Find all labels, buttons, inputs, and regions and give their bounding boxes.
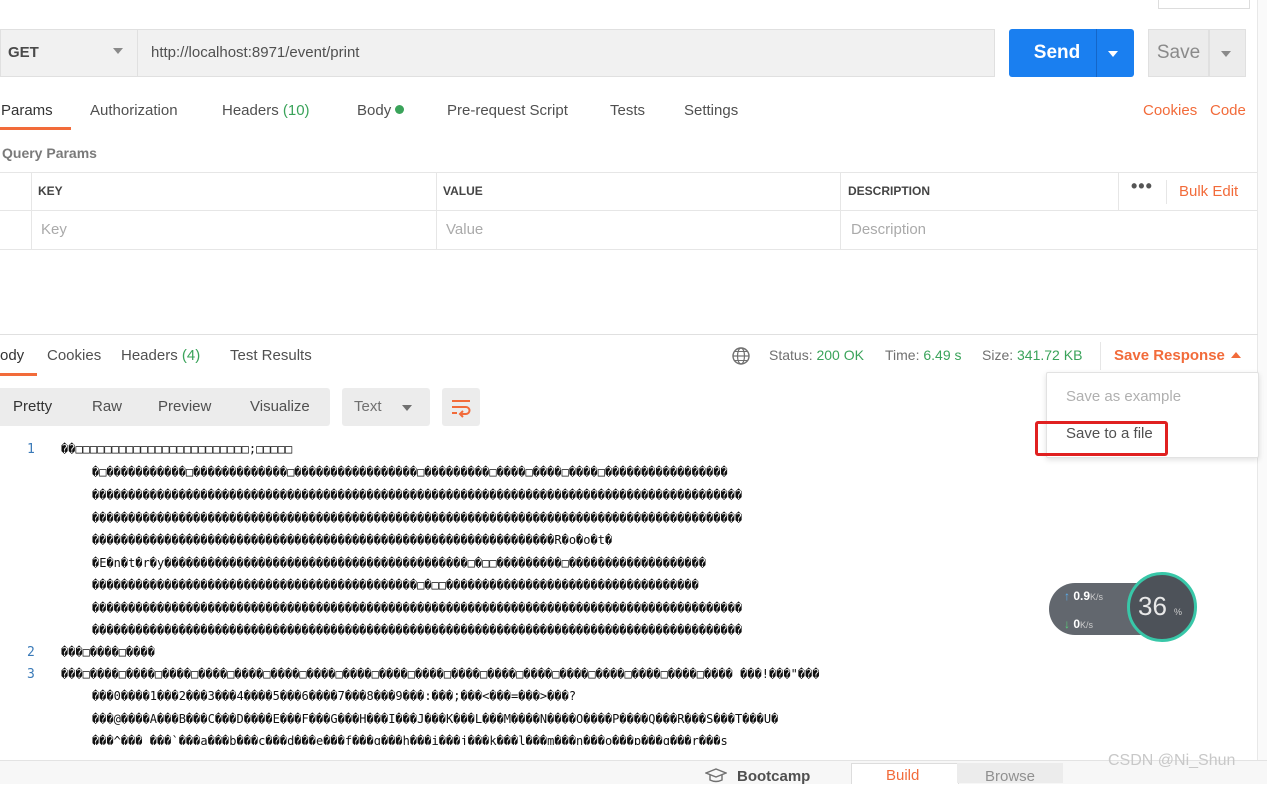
table-header-divider — [0, 210, 1257, 211]
active-tab-indicator — [0, 127, 71, 130]
tab-headers[interactable]: Headers (10) — [222, 102, 310, 119]
code-line: ����������������������������������������… — [92, 488, 743, 502]
code-line: ���□����□���� — [61, 645, 155, 659]
build-tab-label: Build — [886, 767, 920, 784]
status-label: Status: — [769, 347, 813, 363]
tab-response-headers[interactable]: Headers (4) — [121, 347, 200, 364]
save-response-button[interactable]: Save Response — [1114, 347, 1225, 364]
top-toggle — [1158, 0, 1250, 9]
code-line: ���@����A���B���C���D����E���F���G���H��… — [92, 712, 779, 726]
status-meta: Status: 200 OK — [769, 347, 864, 363]
response-headers-count: (4) — [181, 347, 201, 364]
chevron-down-icon — [1108, 51, 1118, 57]
save-as-example-item[interactable]: Save as example — [1066, 388, 1181, 405]
tab-response-body[interactable]: ody — [0, 347, 24, 364]
value-input[interactable]: Value — [446, 221, 483, 238]
tab-authorization[interactable]: Authorization — [90, 102, 178, 119]
upload-speed-unit: K/s — [1090, 592, 1104, 602]
wrap-lines-icon — [452, 400, 471, 418]
download-arrow-icon: ↓ — [1064, 617, 1070, 631]
download-speed: ↓ 0K/s — [1064, 617, 1093, 631]
column-header-value: VALUE — [443, 184, 483, 198]
save-button[interactable]: Save — [1148, 29, 1209, 77]
time-value: 6.49 s — [923, 347, 962, 363]
watermark: CSDN @Ni_Shun — [1108, 752, 1236, 769]
meta-divider — [1100, 342, 1101, 370]
more-options-icon[interactable]: ••• — [1131, 176, 1153, 197]
line-number: 3 — [27, 667, 35, 682]
view-raw-button[interactable]: Raw — [92, 398, 122, 415]
response-divider — [0, 334, 1258, 335]
size-meta: Size: 341.72 KB — [982, 347, 1082, 363]
column-divider — [1118, 172, 1119, 210]
body-indicator-dot — [395, 105, 405, 114]
active-tab-indicator — [0, 373, 37, 376]
code-line: ���0����1���2���3���4����5���6����7���8�… — [92, 689, 577, 703]
key-input[interactable]: Key — [41, 221, 67, 238]
cookies-link[interactable]: Cookies — [1143, 102, 1197, 119]
column-divider — [1166, 180, 1167, 204]
tab-prerequest-script[interactable]: Pre-request Script — [447, 102, 568, 119]
tab-params[interactable]: Params — [1, 102, 53, 119]
view-preview-button[interactable]: Preview — [158, 398, 211, 415]
headers-count: (10) — [282, 102, 310, 119]
format-select-label: Text — [354, 398, 382, 415]
view-visualize-button[interactable]: Visualize — [250, 398, 310, 415]
table-border-bottom — [0, 249, 1257, 250]
code-link[interactable]: Code — [1210, 102, 1246, 119]
tab-response-cookies[interactable]: Cookies — [47, 347, 101, 364]
code-line: �□�����������□�������������□������������… — [92, 465, 728, 479]
column-divider — [31, 172, 32, 250]
view-pretty-button[interactable]: Pretty — [13, 398, 52, 415]
globe-icon[interactable] — [731, 346, 751, 366]
download-speed-unit: K/s — [1080, 620, 1094, 630]
chevron-down-icon — [1221, 51, 1231, 57]
description-input[interactable]: Description — [851, 221, 926, 238]
code-line: ���^��� ���`���a���b���c���d���e���f���g… — [92, 734, 728, 745]
tab-settings[interactable]: Settings — [684, 102, 738, 119]
code-line: ���□����□����□����□����□����□����□����□�… — [61, 667, 820, 681]
status-bar — [0, 760, 1267, 784]
url-input[interactable]: http://localhost:8971/event/print — [137, 29, 995, 77]
code-line: ����������������������������������������… — [92, 511, 743, 525]
tab-tests[interactable]: Tests — [610, 102, 645, 119]
status-value: 200 OK — [816, 347, 864, 363]
percent-sign: % — [1174, 607, 1183, 617]
column-header-description: DESCRIPTION — [848, 184, 931, 198]
line-number: 1 — [27, 442, 35, 457]
tab-response-headers-label: Headers — [121, 347, 178, 364]
upload-speed-value: 0.9 — [1073, 589, 1091, 603]
tab-body[interactable]: Body — [357, 102, 405, 119]
method-label: GET — [8, 44, 39, 61]
tab-body-label: Body — [357, 102, 392, 119]
highlight-box — [1035, 421, 1168, 456]
code-line: ����������������������������������������… — [92, 533, 613, 547]
chevron-down-icon — [402, 405, 412, 411]
upload-speed: ↑ 0.9K/s — [1064, 589, 1103, 603]
tab-test-results[interactable]: Test Results — [230, 347, 312, 364]
bootcamp-icon — [705, 768, 727, 783]
chevron-up-icon — [1231, 352, 1241, 358]
table-border-top — [0, 172, 1257, 173]
size-value: 341.72 KB — [1017, 347, 1083, 363]
line-number: 2 — [27, 645, 35, 660]
upload-arrow-icon: ↑ — [1064, 589, 1070, 603]
bulk-edit-link[interactable]: Bulk Edit — [1179, 183, 1238, 200]
bootcamp-button[interactable]: Bootcamp — [737, 768, 810, 785]
column-divider — [436, 172, 437, 250]
send-button[interactable]: Send — [1009, 29, 1105, 77]
time-label: Time: — [885, 347, 920, 363]
column-header-key: KEY — [38, 184, 63, 198]
time-meta: Time: 6.49 s — [885, 347, 962, 363]
tab-headers-label: Headers — [222, 102, 279, 119]
cpu-usage-value: 36 — [1138, 591, 1167, 621]
chevron-down-icon — [113, 48, 123, 54]
query-params-title: Query Params — [2, 145, 97, 161]
column-divider — [840, 172, 841, 250]
size-label: Size: — [982, 347, 1014, 363]
browse-tab-label: Browse — [985, 768, 1036, 785]
code-line: �E�n�t�r�y������������������������������… — [92, 556, 707, 570]
